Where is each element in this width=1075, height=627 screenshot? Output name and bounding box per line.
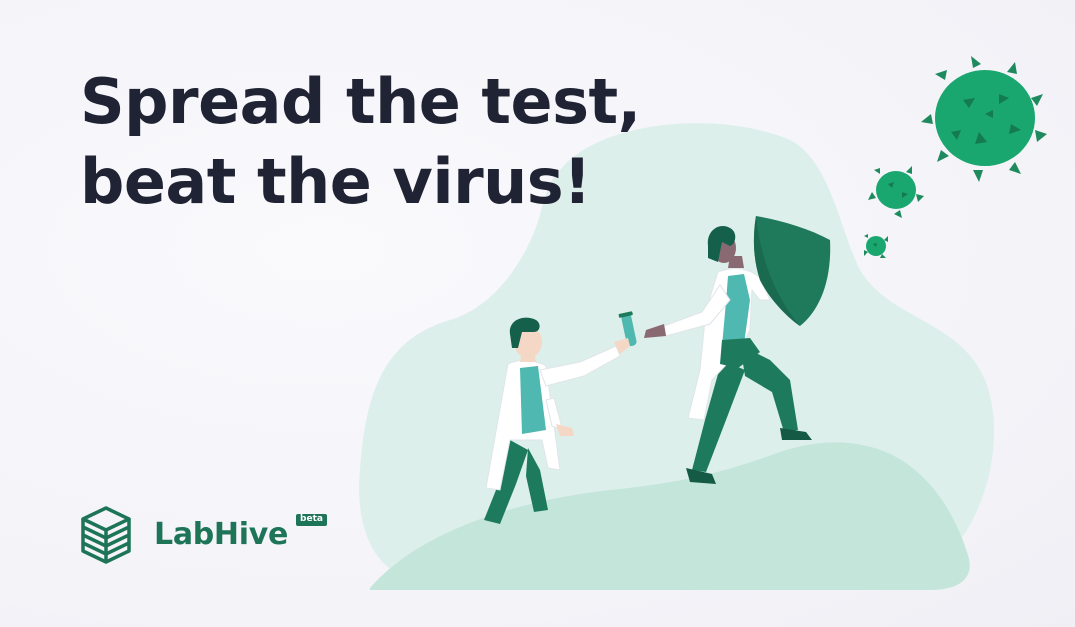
virus-icon [868, 166, 924, 218]
hero-banner: Spread the test, beat the virus! LabHive… [0, 0, 1075, 627]
beta-badge: beta [296, 514, 327, 526]
virus-icon [864, 234, 888, 258]
brand-logo-link[interactable]: LabHive beta [80, 505, 327, 567]
brand-name: LabHive [154, 516, 289, 552]
headline: Spread the test, beat the virus! [80, 62, 641, 222]
virus-icon [921, 56, 1047, 182]
stacked-layers-logo-icon [81, 506, 131, 564]
headline-line-1: Spread the test, [80, 65, 641, 138]
headline-line-2: beat the virus! [80, 145, 591, 218]
